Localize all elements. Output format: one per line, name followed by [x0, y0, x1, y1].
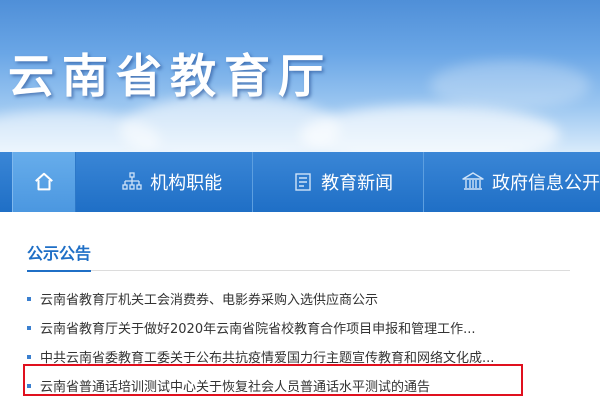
nav-item-label: 教育新闻 — [321, 173, 394, 194]
nav-item-org[interactable]: 机构职能 — [76, 152, 222, 212]
nav-home-button[interactable] — [12, 152, 77, 212]
section-title[interactable]: 公示公告 — [27, 240, 92, 272]
bullet-icon — [27, 296, 31, 301]
news-item-title[interactable]: 云南省教育厅机关工会消费券、电影券采购入选供应商公示 — [40, 289, 378, 308]
nav-item-news[interactable]: 教育新闻 — [253, 152, 393, 212]
cloud-decoration — [300, 105, 560, 152]
bullet-icon — [27, 325, 31, 330]
home-icon — [35, 172, 53, 191]
header-banner: 云南省教育厅 — [0, 0, 600, 152]
nav-item-label: 机构职能 — [150, 173, 223, 194]
news-item[interactable]: 云南省教育厅关于做好2020年云南省院省校教育合作项目申报和管理工作... — [27, 313, 572, 342]
government-building-icon — [462, 172, 484, 190]
highlight-box — [23, 364, 523, 396]
nav-item-label: 政府信息公开 — [492, 173, 600, 194]
main-nav: 机构职能 教育新闻 政府信息公开 — [0, 152, 600, 212]
section-header: 公示公告 — [27, 240, 570, 272]
document-icon — [295, 173, 311, 191]
nav-item-gov-info[interactable]: 政府信息公开 — [424, 152, 600, 212]
cloud-decoration — [430, 60, 590, 110]
news-item[interactable]: 云南省教育厅机关工会消费券、电影券采购入选供应商公示 — [27, 284, 572, 313]
news-item-title[interactable]: 云南省教育厅关于做好2020年云南省院省校教育合作项目申报和管理工作... — [40, 318, 475, 337]
org-chart-icon — [122, 172, 142, 190]
bullet-icon — [27, 354, 31, 359]
site-title: 云南省教育厅 — [8, 49, 332, 103]
